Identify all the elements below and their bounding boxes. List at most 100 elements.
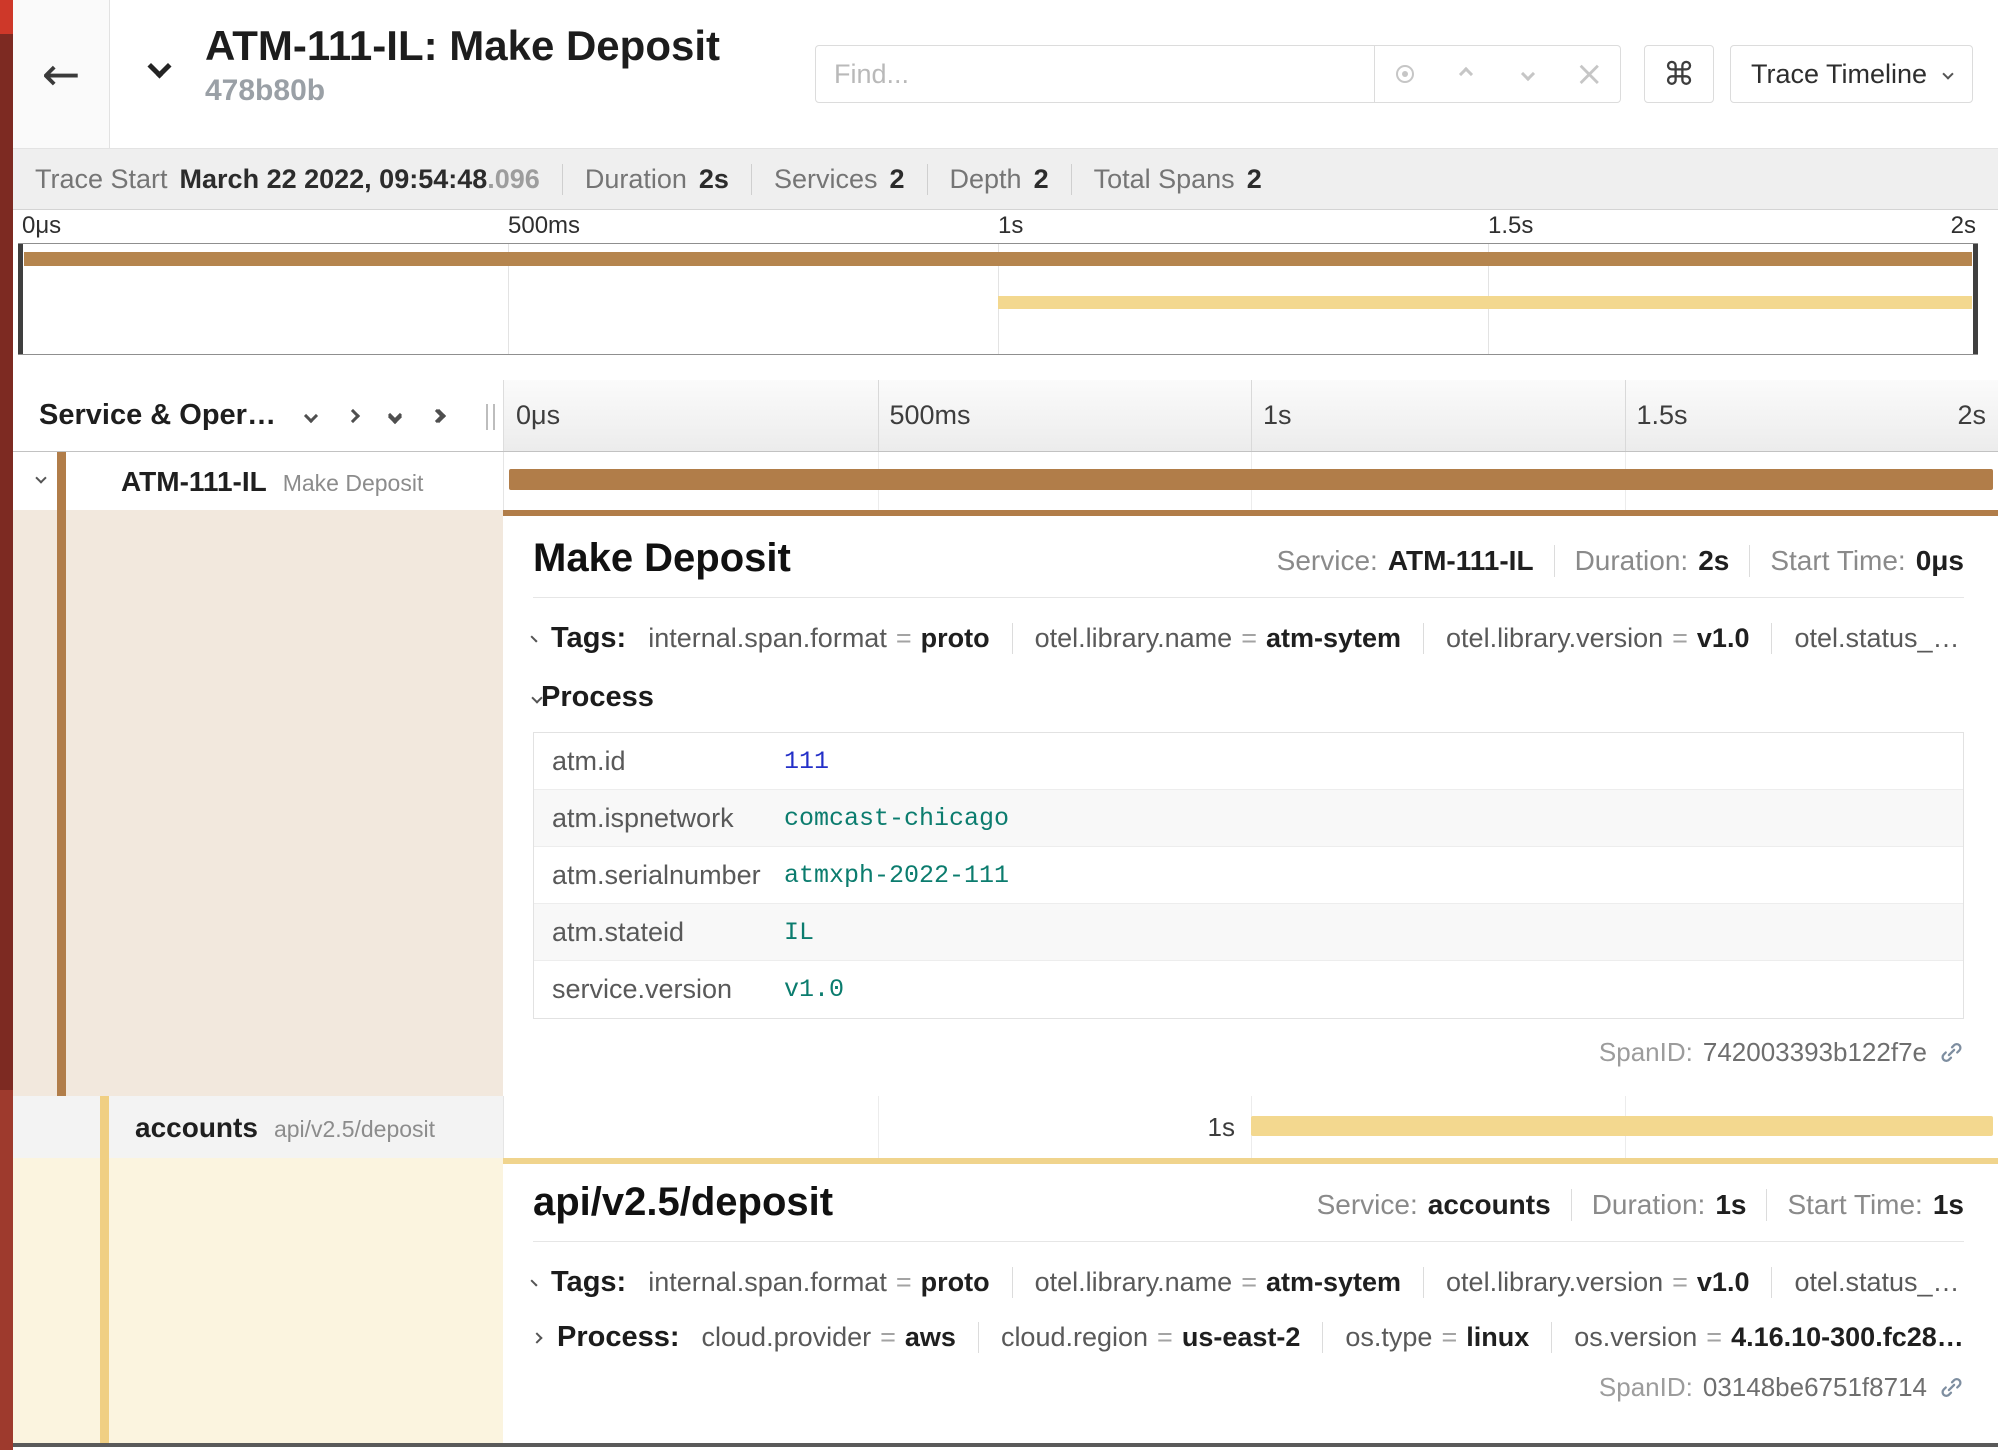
minimap-tick: 1s [998, 212, 1023, 240]
find-controls: × [1374, 45, 1621, 103]
minimap-range-handle-right[interactable] [1973, 244, 1978, 354]
span-row-accounts[interactable]: accounts api/v2.5/deposit [13, 1096, 503, 1158]
tag-item: os.type=linux [1322, 1322, 1529, 1353]
span-color-rail [57, 452, 66, 1096]
service-operation-header: Service & Oper… [39, 399, 276, 432]
trace-view-label: Trace Timeline [1751, 59, 1927, 90]
minimap-tick: 500ms [508, 212, 580, 240]
kv-value: comcast-chicago [784, 804, 1009, 833]
trace-start-value: March 22 2022, 09:54:48 [180, 164, 488, 195]
tag-item: cloud.region=us-east-2 [978, 1322, 1300, 1353]
stat-value: 2s [699, 164, 729, 195]
tag-item: otel.status_… [1771, 623, 1977, 654]
process-summary-row[interactable]: Process: cloud.provider=aws cloud.region… [533, 1321, 1964, 1354]
tags-summary-row[interactable]: Tags: internal.span.format=proto otel.li… [533, 622, 1964, 655]
copy-link-icon[interactable] [1939, 1375, 1964, 1400]
process-section-toggle[interactable]: Process [533, 681, 1964, 714]
span-duration-bar[interactable] [1251, 1116, 1993, 1136]
span-id-value: 742003393b122f7e [1703, 1037, 1927, 1068]
tag-item: otel.library.name=atm-sytem [1012, 1267, 1401, 1298]
collapse-all-icon[interactable] [390, 410, 400, 422]
clear-search-button[interactable]: × [1559, 46, 1621, 102]
chevron-right-icon [531, 1332, 542, 1343]
minimap-range-handle-left[interactable] [18, 244, 23, 354]
span-detail-left-background [13, 1158, 503, 1443]
kv-value: atmxph-2022-111 [784, 861, 1009, 890]
axis-tick: 2s [1957, 400, 1986, 431]
tags-summary-row[interactable]: Tags: internal.span.format=proto otel.li… [533, 1266, 1964, 1299]
collapse-one-icon[interactable] [304, 408, 318, 422]
span-detail-panel-make-deposit: Make Deposit Service:ATM-111-IL Duration… [503, 510, 1998, 1096]
match-highlight-button[interactable] [1374, 46, 1436, 102]
stat-duration: Duration 2s [562, 164, 729, 195]
tag-item: otel.library.version=v1.0 [1423, 623, 1749, 654]
span-detail-header: api/v2.5/deposit Service:accounts Durati… [533, 1180, 1964, 1225]
expand-collapse-controls [306, 410, 444, 422]
span-operation-name: Make Deposit [283, 470, 424, 497]
axis-tick: 1s [1263, 400, 1292, 431]
meta-start-time: Start Time:1s [1766, 1189, 1964, 1221]
minimap-axis: 0μs 500ms 1s 1.5s 2s [18, 212, 1978, 240]
back-button[interactable]: ← [13, 0, 110, 148]
back-arrow-icon: ← [42, 47, 81, 101]
kv-key: atm.id [534, 746, 784, 777]
stat-label: Depth [950, 164, 1022, 195]
span-id-value: 03148be6751f8714 [1703, 1372, 1927, 1403]
trace-minimap[interactable] [18, 243, 1978, 355]
process-kv-table: atm.id 111 atm.ispnetwork comcast-chicag… [533, 732, 1964, 1019]
kv-value: IL [784, 918, 814, 947]
stat-label: Services [774, 164, 878, 195]
trace-collapse-chevron-icon[interactable] [147, 54, 171, 78]
stat-value: 2 [1247, 164, 1262, 195]
trace-start-fraction: .096 [487, 164, 540, 195]
span-collapse-icon[interactable] [35, 472, 46, 483]
axis-tick: 500ms [890, 400, 971, 431]
span-row-atm[interactable]: ATM-111-IL Make Deposit [13, 452, 503, 510]
span-id-label: SpanID: [1599, 1372, 1693, 1403]
span-id-row: SpanID: 742003393b122f7e [533, 1037, 1964, 1068]
kv-key: atm.stateid [534, 917, 784, 948]
gridline [878, 380, 879, 451]
span-detail-header: Make Deposit Service:ATM-111-IL Duration… [533, 536, 1964, 581]
trace-start-label: Trace Start [35, 164, 168, 195]
span-detail-meta: Service:ATM-111-IL Duration:2s Start Tim… [1277, 545, 1964, 581]
stat-value: 2 [889, 164, 904, 195]
copy-link-icon[interactable] [1939, 1040, 1964, 1065]
span-detail-left-background [13, 510, 503, 1096]
table-row: atm.serialnumber atmxph-2022-111 [534, 847, 1963, 904]
span-id-label: SpanID: [1599, 1037, 1693, 1068]
span-bar-row-atm[interactable] [503, 452, 1998, 510]
window-edge-strip [0, 0, 13, 1450]
expand-one-icon[interactable] [346, 408, 360, 422]
divider [533, 597, 1964, 598]
column-resizer[interactable] [486, 404, 495, 430]
next-result-button[interactable] [1497, 46, 1559, 102]
tag-item: otel.status_… [1771, 1267, 1977, 1298]
target-icon [1396, 65, 1414, 83]
keyboard-shortcuts-button[interactable]: ⌘ [1644, 45, 1714, 103]
timeline-header: Service & Oper… 0μs 500ms 1s 1.5s 2s [13, 380, 1998, 452]
table-row: atm.ispnetwork comcast-chicago [534, 790, 1963, 847]
trace-view-selector[interactable]: Trace Timeline [1730, 45, 1973, 103]
chevron-right-icon [530, 635, 537, 642]
stat-total-spans: Total Spans 2 [1071, 164, 1262, 195]
kv-key: atm.ispnetwork [534, 803, 784, 834]
span-detail-title: Make Deposit [533, 536, 791, 581]
tag-item: os.version=4.16.10-300.fc28… [1551, 1322, 1964, 1353]
span-bar-row-accounts[interactable]: 1s [503, 1096, 1998, 1158]
prev-result-button[interactable] [1436, 46, 1498, 102]
table-row: atm.id 111 [534, 733, 1963, 790]
gridline [1625, 380, 1626, 451]
span-duration-bar[interactable] [509, 469, 1993, 490]
span-row-labels: ATM-111-IL Make Deposit [121, 466, 423, 498]
meta-duration: Duration:2s [1554, 545, 1730, 577]
minimap-tick: 2s [1951, 212, 1976, 240]
kv-value: 111 [784, 747, 829, 776]
trace-start: Trace Start March 22 2022, 09:54:48.096 [35, 164, 540, 195]
span-operation-name: api/v2.5/deposit [274, 1116, 435, 1143]
find-input[interactable] [815, 45, 1375, 103]
span-service-name: ATM-111-IL [121, 466, 267, 498]
timeline-header-axis: 0μs 500ms 1s 1.5s 2s [503, 380, 1998, 451]
expand-all-icon[interactable] [432, 411, 444, 421]
process-label: Process [541, 681, 654, 714]
